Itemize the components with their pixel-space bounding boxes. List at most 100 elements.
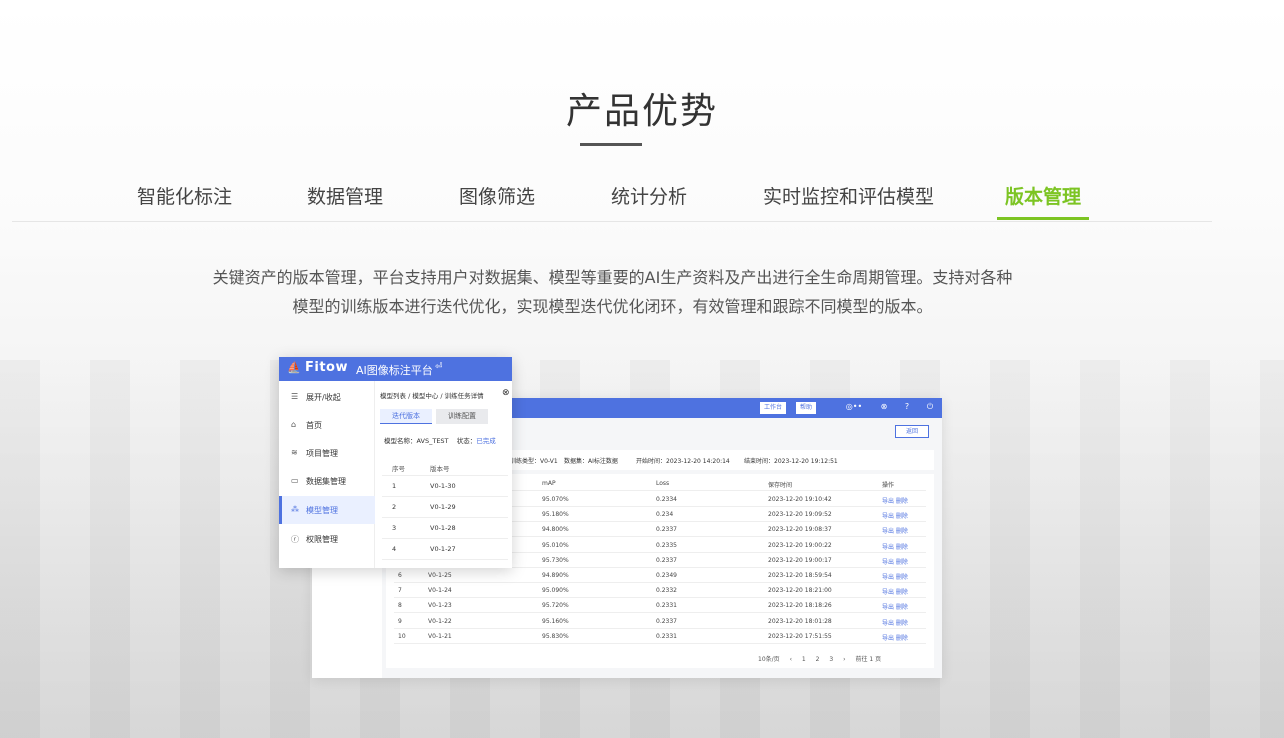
tab-image-filter[interactable]: 图像筛选 xyxy=(459,184,535,220)
tab-smart-annotation[interactable]: 智能化标注 xyxy=(137,184,232,220)
row-version: V0-1-22 xyxy=(428,617,452,625)
folder-icon: ▭ xyxy=(291,476,299,485)
help-icon[interactable]: ? xyxy=(902,402,912,412)
sidebar-item-home[interactable]: ⌂ 首页 xyxy=(279,411,375,439)
row-time: 2023-12-20 18:01:28 xyxy=(768,617,832,625)
table-row[interactable]: 3 V0-1-28 xyxy=(382,518,508,539)
description-line-1: 关键资产的版本管理，平台支持用户对数据集、模型等重要的AI生产资料及产出进行全生… xyxy=(212,268,1013,287)
row-actions[interactable]: 导出 删除 xyxy=(882,557,908,566)
header-loss: Loss xyxy=(656,480,670,487)
table-row[interactable]: 4 V0-1-27 xyxy=(382,539,508,560)
status-value: 已完成 xyxy=(476,437,496,445)
power-icon[interactable]: ⏻ xyxy=(925,402,935,412)
page-1[interactable]: 1 xyxy=(802,656,806,663)
close-icon[interactable]: ⊗ xyxy=(502,388,510,398)
help-button[interactable]: 帮助 xyxy=(796,402,817,414)
row-no: 8 xyxy=(398,602,402,610)
row-actions[interactable]: 导出 删除 xyxy=(882,542,908,551)
row-no: 7 xyxy=(398,587,402,595)
model-meta: 模型名称：AVS_TEST 状态：已完成 xyxy=(384,435,496,445)
panel-sidebar: ☰ 展开/收起 ⌂ 首页 ≋ 项目管理 ▭ 数据集管理 ⁂ 模型管理 ⓡ 权限管理 xyxy=(279,381,375,568)
fitow-logo: ⛵ Fitow xyxy=(287,360,348,375)
title-underline xyxy=(580,143,642,146)
tab-data-management[interactable]: 数据管理 xyxy=(307,184,383,220)
tab-iteration-versions[interactable]: 迭代版本 xyxy=(380,409,432,424)
tab-training-config[interactable]: 训练配置 xyxy=(436,409,488,424)
header-time: 保存时间 xyxy=(768,482,793,489)
goto-page[interactable]: 前往 1 页 xyxy=(856,656,882,663)
row-version: V0-1-29 xyxy=(430,503,456,511)
row-actions[interactable]: 导出 删除 xyxy=(882,526,908,535)
panel-header: ⛵ Fitow AI图像标注平台 ⏎ xyxy=(279,357,512,381)
row-loss: 0.2337 xyxy=(656,556,677,564)
page-2[interactable]: 2 xyxy=(816,656,820,663)
row-time: 2023-12-20 19:00:17 xyxy=(768,556,832,564)
sidebar-item-permissions[interactable]: ⓡ 权限管理 xyxy=(279,525,375,553)
workbench-button[interactable]: 工作台 xyxy=(760,402,787,414)
row-version: V0-1-28 xyxy=(430,524,456,532)
panel-main: 模型列表 / 模型中心 / 训练任务详情 ⊗ 迭代版本 训练配置 模型名称：AV… xyxy=(376,381,512,568)
row-loss: 0.2331 xyxy=(656,632,677,640)
collapse-icon[interactable]: ⏎ xyxy=(435,362,443,372)
section-title: 产品优势 xyxy=(565,91,718,132)
row-time: 2023-12-20 19:00:22 xyxy=(768,541,832,549)
tab-statistics[interactable]: 统计分析 xyxy=(611,184,687,220)
table-row[interactable]: 6 V0-1-25 94.890% 0.2349 2023-12-20 18:59:54… xyxy=(394,568,926,583)
model-name-label: 模型名称： xyxy=(384,437,417,445)
row-map: 94.890% xyxy=(542,572,569,579)
sidebar-item-label: 模型管理 xyxy=(306,506,338,515)
sidebar-item-label: 展开/收起 xyxy=(306,393,341,402)
next-page-icon[interactable]: › xyxy=(843,656,845,663)
row-map: 94.800% xyxy=(542,526,569,534)
row-actions[interactable]: 导出 删除 xyxy=(882,618,908,627)
prev-page-icon[interactable]: ‹ xyxy=(790,656,792,663)
row-actions[interactable]: 导出 删除 xyxy=(882,572,908,581)
row-actions[interactable]: 导出 删除 xyxy=(882,511,908,520)
settings-icon[interactable]: ⊗ xyxy=(879,402,889,412)
sidebar-item-label: 项目管理 xyxy=(306,449,338,458)
row-no: 2 xyxy=(392,503,397,511)
header-version: 版本号 xyxy=(430,465,450,473)
info-start: 开始时间：2023-12-20 14:20:14 xyxy=(636,458,730,465)
row-no: 1 xyxy=(392,482,397,490)
table-row[interactable]: 8 V0-1-23 95.720% 0.2331 2023-12-20 18:18:26… xyxy=(394,598,926,614)
row-loss: 0.2337 xyxy=(656,617,677,625)
tab-version-management[interactable]: 版本管理 xyxy=(996,184,1090,220)
user-icon[interactable]: ◎•• xyxy=(845,402,863,412)
row-no: 6 xyxy=(398,572,402,579)
row-map: 95.010% xyxy=(542,541,569,549)
back-button[interactable]: 返回 xyxy=(895,425,929,438)
row-time: 2023-12-20 17:51:55 xyxy=(768,632,832,640)
table-header: 序号 版本号 xyxy=(382,459,508,476)
header-ops: 操作 xyxy=(882,482,895,489)
sidebar-item-projects[interactable]: ≋ 项目管理 xyxy=(279,439,375,467)
row-version: V0-1-24 xyxy=(428,587,452,595)
row-time: 2023-12-20 19:08:37 xyxy=(768,526,832,534)
table-row[interactable]: 7 V0-1-24 95.090% 0.2332 2023-12-20 18:21:00… xyxy=(394,583,926,599)
tab-monitoring[interactable]: 实时监控和评估模型 xyxy=(763,184,934,220)
row-actions[interactable]: 导出 删除 xyxy=(882,602,908,611)
menu-icon: ☰ xyxy=(291,392,299,401)
row-actions[interactable]: 导出 删除 xyxy=(882,633,908,642)
row-map: 95.730% xyxy=(542,556,569,564)
row-actions[interactable]: 导出 删除 xyxy=(882,496,908,505)
model-icon: ⁂ xyxy=(291,505,299,514)
table-row[interactable]: 10 V0-1-21 95.830% 0.2331 2023-12-20 17:51:5… xyxy=(394,629,926,644)
sidebar-item-models[interactable]: ⁂ 模型管理 xyxy=(279,496,375,524)
row-loss: 0.2335 xyxy=(656,541,677,549)
table-row[interactable]: 1 V0-1-30 xyxy=(382,476,508,497)
status-label: 状态： xyxy=(456,437,477,445)
page-3[interactable]: 3 xyxy=(829,656,833,663)
table-row[interactable]: 2 V0-1-29 xyxy=(382,497,508,518)
sidebar-item-toggle[interactable]: ☰ 展开/收起 xyxy=(279,383,375,411)
row-actions[interactable]: 导出 删除 xyxy=(882,587,908,596)
logo-text: Fitow xyxy=(305,360,348,375)
page-size-select[interactable]: 10条/页 xyxy=(758,656,780,663)
table-row[interactable]: 9 V0-1-22 95.160% 0.2337 2023-12-20 18:01:28… xyxy=(394,614,926,629)
info-dataset: 数据集：AI标注数据 xyxy=(564,458,618,465)
row-loss: 0.2349 xyxy=(656,572,677,579)
sidebar-item-datasets[interactable]: ▭ 数据集管理 xyxy=(279,467,375,495)
app-panel-overlay: ⛵ Fitow AI图像标注平台 ⏎ ☰ 展开/收起 ⌂ 首页 ≋ 项目管理 ▭ 数据集管… xyxy=(279,357,512,568)
row-time: 2023-12-20 18:21:00 xyxy=(768,587,832,595)
row-loss: 0.2332 xyxy=(656,587,677,595)
